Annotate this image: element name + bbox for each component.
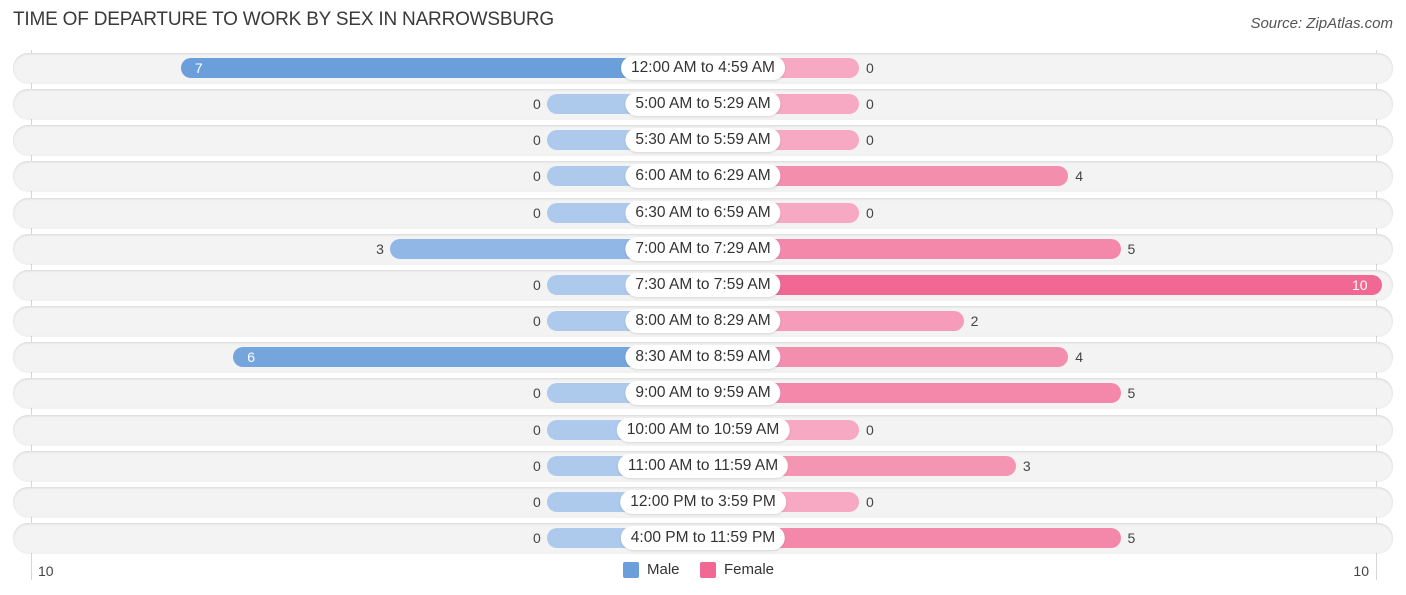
category-label: 8:30 AM to 8:59 AM [625, 345, 781, 370]
female-value-label: 10 [1352, 276, 1368, 293]
female-value-label: 0 [866, 60, 874, 76]
female-bar[interactable] [703, 274, 1382, 295]
male-value-label: 0 [533, 313, 541, 330]
legend-label-female: Female [724, 561, 775, 578]
category-label: 7:30 AM to 7:59 AM [625, 272, 781, 297]
male-value-label: 0 [533, 493, 541, 510]
female-value-label: 0 [866, 421, 874, 438]
female-value-label: 0 [866, 132, 874, 149]
male-value-label: 0 [533, 276, 541, 293]
female-value-label: 5 [1127, 240, 1136, 257]
legend-label-male: Male [647, 561, 680, 578]
male-value-label: 0 [533, 132, 541, 149]
male-value-label: 0 [533, 96, 541, 113]
legend-item-female: Female [700, 561, 774, 578]
male-value-label: 0 [533, 385, 541, 402]
category-label: 5:00 AM to 5:29 AM [625, 92, 781, 117]
category-label: 9:00 AM to 9:59 AM [625, 381, 781, 406]
female-value-label: 0 [866, 96, 874, 113]
male-value-label: 0 [533, 421, 541, 438]
female-value-label: 5 [1127, 385, 1136, 402]
male-value-label: 7 [194, 60, 203, 76]
legend-item-male: Male [623, 561, 680, 578]
category-label: 12:00 AM to 4:59 AM [621, 56, 785, 80]
female-value-label: 0 [866, 493, 874, 510]
male-value-label: 6 [247, 349, 255, 366]
category-label: 11:00 AM to 11:59 AM [617, 453, 789, 478]
male-value-label: 0 [533, 457, 541, 474]
female-value-label: 0 [866, 204, 874, 221]
category-label: 12:00 PM to 3:59 PM [620, 489, 786, 514]
male-value-label: 0 [533, 204, 541, 221]
category-label: 6:00 AM to 6:29 AM [625, 164, 781, 189]
female-value-label: 4 [1075, 168, 1083, 185]
category-label: 6:30 AM to 6:59 AM [625, 200, 781, 225]
female-value-label: 5 [1127, 529, 1136, 546]
category-label: 10:00 AM to 10:59 AM [616, 417, 790, 442]
category-label: 4:00 PM to 11:59 PM [620, 525, 786, 550]
source-label: Source: ZipAtlas.com [1250, 15, 1393, 32]
legend: Male Female [0, 561, 1406, 581]
male-value-label: 0 [533, 529, 541, 546]
category-label: 7:00 AM to 7:29 AM [625, 236, 781, 261]
legend-swatch-female [700, 561, 716, 578]
female-value-label: 3 [1022, 457, 1031, 474]
male-value-label: 0 [533, 168, 541, 185]
category-label: 8:00 AM to 8:29 AM [625, 309, 781, 334]
category-label: 5:30 AM to 5:59 AM [625, 128, 781, 153]
chart-title: TIME OF DEPARTURE TO WORK BY SEX IN NARR… [13, 9, 554, 30]
female-value-label: 2 [970, 313, 979, 330]
female-value-label: 4 [1075, 349, 1083, 366]
male-value-label: 3 [376, 240, 384, 257]
legend-swatch-male [623, 561, 639, 578]
